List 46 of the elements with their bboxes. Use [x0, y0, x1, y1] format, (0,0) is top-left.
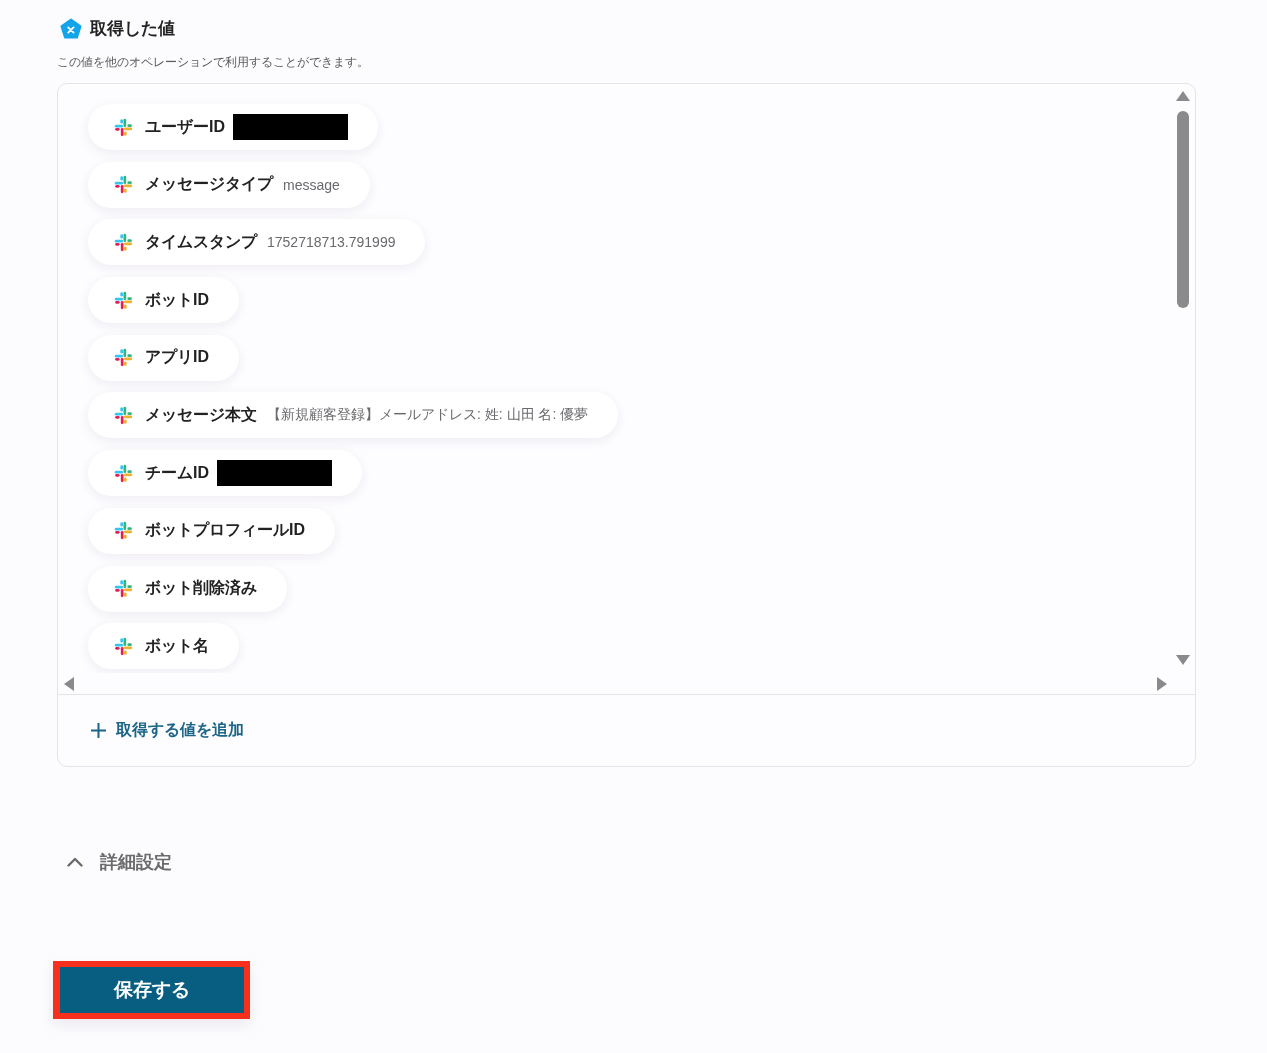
hash-logo-icon: [114, 290, 133, 310]
hash-logo-icon: [114, 405, 133, 425]
hash-logo-icon: [114, 348, 133, 368]
value-chip[interactable]: ボット削除済み: [88, 565, 287, 612]
hash-logo-icon: [114, 232, 133, 252]
value-chip[interactable]: アプリID: [88, 334, 239, 381]
pentagon-x-icon: [60, 17, 82, 40]
value-chip[interactable]: メッセージタイプ message: [88, 161, 370, 208]
value-label: ボット名: [145, 635, 209, 656]
hash-logo-icon: [114, 521, 133, 541]
value-chip[interactable]: チームID: [88, 450, 362, 497]
value-text: message: [283, 176, 340, 193]
hash-logo-icon: [114, 463, 133, 483]
section-title: 取得した値: [90, 17, 175, 40]
value-label: チームID: [145, 462, 209, 483]
scrollbar-thumb[interactable]: [1177, 111, 1189, 308]
value-label: ボット削除済み: [145, 578, 257, 598]
value-text: 【新規顧客登録】メールアドレス: 姓: 山田 名: 優夢: [267, 406, 589, 425]
value-label: タイムスタンプ: [145, 231, 257, 252]
hash-logo-icon: [114, 175, 133, 195]
hash-logo-icon: [114, 117, 133, 137]
plus-icon: [91, 723, 106, 738]
value-label: アプリID: [145, 347, 209, 368]
add-value-link[interactable]: 取得する値を追加: [91, 720, 244, 741]
value-chip[interactable]: メッセージ本文 【新規顧客登録】メールアドレス: 姓: 山田 名: 優夢: [88, 392, 619, 439]
value-label: メッセージ本文: [145, 404, 257, 425]
scroll-left-arrow-icon[interactable]: [64, 676, 74, 691]
value-text: 1752718713.791999: [267, 234, 396, 251]
chevron-up-icon: [67, 857, 83, 867]
value-chip[interactable]: ボット名: [88, 623, 239, 670]
value-label: ボットプロフィールID: [145, 520, 305, 541]
save-button[interactable]: 保存する: [60, 967, 244, 1013]
hash-logo-icon: [114, 579, 133, 598]
value-chip[interactable]: ボットID: [88, 277, 239, 324]
value-chip[interactable]: ボットプロフィールID: [88, 507, 335, 554]
value-label: メッセージタイプ: [145, 174, 273, 195]
advanced-settings-toggle[interactable]: 詳細設定: [67, 850, 172, 874]
hash-logo-icon: [114, 636, 133, 656]
scroll-right-arrow-icon[interactable]: [1157, 676, 1167, 691]
section-description: この値を他のオペレーションで利用することができます。: [57, 55, 370, 69]
scroll-down-arrow-icon[interactable]: [1176, 655, 1190, 665]
value-label: ボットID: [145, 289, 209, 310]
value-label: ユーザーID: [145, 116, 225, 137]
value-chip[interactable]: ユーザーID: [88, 104, 378, 150]
value-chip[interactable]: タイムスタンプ 1752718713.791999: [88, 219, 426, 266]
scroll-up-arrow-icon[interactable]: [1176, 91, 1190, 101]
